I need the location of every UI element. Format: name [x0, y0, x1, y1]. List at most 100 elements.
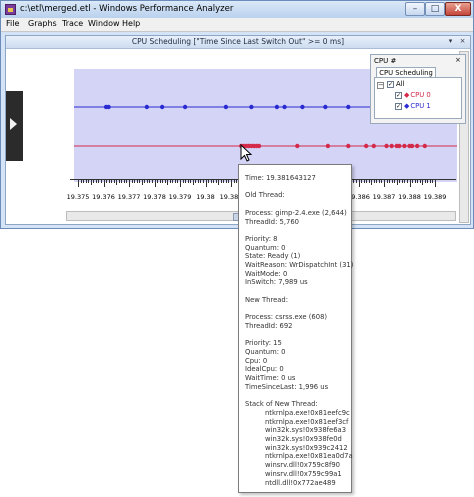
tooltip-line: winsrv.dll!0x759c8f90 — [265, 461, 340, 470]
x-tick — [103, 179, 105, 187]
x-minor-tick — [233, 179, 235, 183]
x-minor-tick — [422, 179, 424, 185]
x-minor-tick — [162, 179, 164, 183]
menu-bar: File Graphs Trace Window Help — [1, 18, 473, 32]
event-point[interactable] — [346, 104, 351, 110]
x-minor-tick — [167, 179, 169, 185]
menu-trace[interactable]: Trace — [62, 19, 83, 28]
tooltip-line: TimeSinceLast: 1,996 us — [245, 382, 329, 391]
x-minor-tick — [108, 179, 110, 183]
tooltip-line: InSwitch: 7,989 us — [245, 278, 308, 287]
event-point[interactable] — [182, 104, 188, 110]
event-point[interactable] — [106, 104, 111, 110]
x-minor-tick — [177, 179, 179, 183]
menu-file[interactable]: File — [6, 19, 19, 28]
tooltip-line: win32k.sys!0x938fe6a3 — [265, 426, 347, 435]
menu-graphs[interactable]: Graphs — [28, 19, 57, 28]
event-point[interactable] — [282, 104, 287, 110]
tooltip-line: win32k.sys!0x939c2412 — [265, 443, 348, 452]
event-point[interactable] — [402, 143, 407, 149]
event-point[interactable] — [422, 143, 427, 149]
x-minor-tick — [121, 179, 123, 183]
x-minor-tick — [406, 179, 408, 183]
tree-item-cpu0[interactable]: ✓ ◆CPU 0 — [395, 91, 431, 99]
event-point[interactable] — [363, 143, 369, 149]
event-point[interactable] — [397, 143, 402, 149]
tooltip-line: ThreadId: 5,760 — [245, 217, 299, 226]
event-point[interactable] — [323, 104, 328, 110]
event-point[interactable] — [409, 143, 415, 149]
checkbox-all[interactable]: ✓ — [387, 80, 394, 88]
tree-item-cpu1[interactable]: ✓ ◆CPU 1 — [395, 102, 431, 110]
tooltip-line: New Thread: — [245, 295, 289, 304]
event-point[interactable] — [389, 143, 394, 149]
x-minor-tick — [93, 179, 95, 183]
tooltip-line: ntdll.dll!0x772ae489 — [265, 478, 336, 487]
event-point[interactable] — [325, 143, 331, 149]
x-minor-tick — [371, 179, 373, 185]
checkbox-cpu0[interactable]: ✓ — [395, 91, 402, 99]
x-minor-tick — [218, 179, 220, 185]
event-point[interactable] — [256, 143, 262, 149]
minimize-button[interactable]: – — [405, 2, 425, 16]
x-minor-tick — [159, 179, 161, 183]
x-minor-tick — [126, 179, 128, 183]
checkbox-cpu1[interactable]: ✓ — [395, 102, 402, 110]
event-point[interactable] — [371, 143, 376, 149]
window-title: c:\etl\merged.etl - Windows Performance … — [20, 4, 234, 14]
cpu-panel-close-icon[interactable]: × — [455, 56, 461, 64]
x-minor-tick — [366, 179, 368, 183]
event-point[interactable] — [295, 143, 300, 149]
x-minor-tick — [368, 179, 370, 183]
tooltip-line: ntkrnlpa.exe!0x81eef3cf — [265, 417, 349, 426]
x-minor-tick — [363, 179, 365, 183]
x-tick — [384, 179, 385, 187]
tooltip-line: State: Ready (1) — [245, 252, 301, 261]
x-minor-tick — [225, 179, 227, 183]
event-point[interactable] — [249, 104, 254, 110]
x-minor-tick — [106, 179, 108, 183]
cpu-tree: − ✓ All ✓ ◆CPU 0 ✓ ◆CPU 1 — [374, 77, 462, 119]
x-minor-tick — [419, 179, 421, 183]
tree-item-all[interactable]: ✓ All — [387, 80, 404, 88]
tooltip-line: Quantum: 0 — [245, 348, 286, 356]
menu-window[interactable]: Window — [88, 19, 120, 28]
x-tick — [435, 179, 436, 187]
x-minor-tick — [373, 179, 375, 183]
tooltip-line: Time: 19.381643127 — [245, 174, 316, 182]
x-minor-tick — [355, 179, 357, 183]
title-bar[interactable]: c:\etl\merged.etl - Windows Performance … — [1, 1, 473, 18]
event-point[interactable] — [144, 104, 150, 110]
x-minor-tick — [172, 179, 174, 183]
x-minor-tick — [404, 179, 406, 183]
x-minor-tick — [195, 179, 197, 183]
x-minor-tick — [141, 179, 143, 185]
event-point[interactable] — [346, 143, 351, 149]
mouse-cursor-icon — [240, 144, 252, 162]
cpu-legend-panel: CPU # × CPU Scheduling − ✓ All ✓ ◆CPU 0 ✓ ◆… — [370, 54, 466, 124]
wpa-window: c:\etl\merged.etl - Windows Performance … — [0, 0, 474, 229]
event-point[interactable] — [274, 104, 280, 110]
x-minor-tick — [185, 179, 187, 183]
close-button[interactable]: X — [445, 2, 471, 16]
x-minor-tick — [228, 179, 230, 183]
tooltip-line: Process: csrss.exe (608) — [245, 313, 328, 322]
x-minor-tick — [169, 179, 171, 183]
x-minor-tick — [95, 179, 97, 183]
maximize-button[interactable]: □ — [425, 2, 445, 16]
tree-collapse-icon[interactable]: − — [377, 82, 384, 89]
event-point[interactable] — [300, 104, 305, 110]
x-tick — [231, 179, 232, 187]
cpu1-legend-icon: ◆ — [404, 102, 410, 110]
x-tick-label: 19.389 — [423, 193, 447, 201]
x-minor-tick — [399, 179, 401, 183]
x-tick — [180, 179, 181, 187]
event-point[interactable] — [384, 143, 389, 149]
event-point[interactable] — [223, 104, 229, 110]
tree-item-cpu0-label: CPU 0 — [410, 91, 431, 99]
menu-help[interactable]: Help — [122, 19, 140, 28]
tooltip-line: Process: gimp-2.4.exe (2,644) — [245, 208, 347, 217]
event-point[interactable] — [414, 143, 420, 149]
x-minor-tick — [432, 179, 434, 183]
event-point[interactable] — [159, 104, 165, 110]
